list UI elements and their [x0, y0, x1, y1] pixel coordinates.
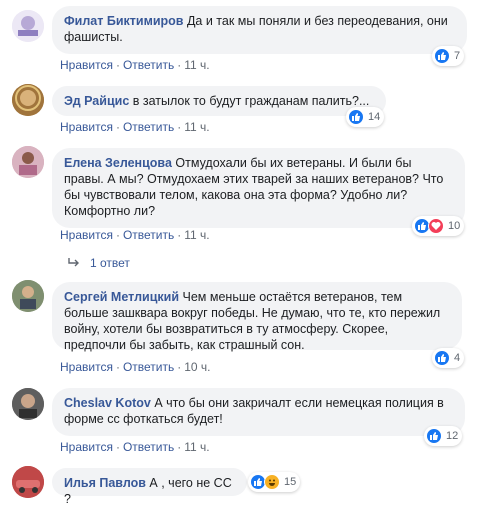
avatar[interactable]	[12, 10, 44, 42]
reply-link[interactable]: Ответить	[123, 440, 174, 454]
comment-time[interactable]: 11 ч.	[184, 228, 209, 242]
reaction-summary[interactable]: 7	[432, 46, 465, 66]
separator: ·	[177, 120, 182, 134]
separator: ·	[115, 58, 120, 72]
comment-actions: Нравится · Ответить · 11 ч.	[60, 58, 210, 72]
like-reaction-icon	[434, 48, 450, 64]
separator: ·	[177, 228, 182, 242]
avatar[interactable]	[12, 146, 44, 178]
reaction-count: 12	[446, 430, 459, 442]
reply-link[interactable]: Ответить	[123, 360, 174, 374]
avatar-image	[12, 10, 44, 42]
avatar-image	[12, 84, 44, 116]
separator: ·	[177, 440, 182, 454]
avatar[interactable]	[12, 280, 44, 312]
comment-text: в затылок то будут гражданам палить?...	[132, 94, 370, 108]
comment-author[interactable]: Сергей Метлицкий	[64, 290, 179, 304]
reaction-count: 4	[454, 352, 461, 364]
comment-time[interactable]: 11 ч.	[184, 440, 209, 454]
comment-bubble: Елена Зеленцова Отмудохали бы их ветеран…	[52, 148, 465, 228]
like-link[interactable]: Нравится	[60, 360, 113, 374]
reaction-summary[interactable]: 4	[432, 348, 465, 368]
reaction-summary[interactable]: 12	[424, 426, 463, 446]
reaction-count: 10	[448, 220, 461, 232]
comment-actions: Нравится · Ответить · 11 ч.	[60, 440, 210, 454]
reply-arrow-icon	[68, 256, 80, 270]
reaction-summary[interactable]: 15	[248, 472, 301, 492]
comment-bubble: Cheslav Kotov А что бы они закричалт есл…	[52, 388, 465, 436]
avatar-image	[12, 280, 44, 312]
love-reaction-icon	[428, 218, 444, 234]
haha-reaction-icon	[264, 474, 280, 490]
comment-time[interactable]: 11 ч.	[184, 58, 209, 72]
separator: ·	[115, 440, 120, 454]
like-link[interactable]: Нравится	[60, 58, 113, 72]
separator: ·	[115, 120, 120, 134]
reply-link[interactable]: Ответить	[123, 228, 174, 242]
avatar-image	[12, 146, 44, 178]
replies-count[interactable]: 1 ответ	[90, 256, 130, 270]
avatar-image	[12, 466, 44, 498]
avatar[interactable]	[12, 388, 44, 420]
comment-time[interactable]: 11 ч.	[184, 120, 209, 134]
comment-author[interactable]: Эд Райцис	[64, 94, 129, 108]
comment-author[interactable]: Cheslav Kotov	[64, 396, 151, 410]
comment-bubble: Илья Павлов А , чего не СС ?	[52, 468, 247, 506]
like-reaction-icon	[426, 428, 442, 444]
separator: ·	[177, 360, 182, 374]
comment-author[interactable]: Филат Биктимиров	[64, 14, 183, 28]
reply-link[interactable]: Ответить	[123, 58, 174, 72]
avatar-image	[12, 388, 44, 420]
comment-author[interactable]: Илья Павлов	[64, 476, 146, 490]
like-link[interactable]: Нравится	[60, 440, 113, 454]
comment-bubble: Филат Биктимиров Да и так мы поняли и бе…	[52, 6, 467, 54]
like-reaction-icon	[348, 109, 364, 125]
reaction-count: 15	[284, 476, 297, 488]
reaction-summary[interactable]: 14	[346, 107, 385, 127]
comment-bubble: Сергей Метлицкий Чем меньше остаётся вет…	[52, 282, 462, 352]
reaction-summary[interactable]: 10	[412, 216, 465, 236]
comment-author[interactable]: Елена Зеленцова	[64, 156, 172, 170]
comment-time[interactable]: 10 ч.	[184, 360, 210, 374]
like-reaction-icon	[434, 350, 450, 366]
reply-link[interactable]: Ответить	[123, 120, 174, 134]
separator: ·	[115, 228, 120, 242]
avatar[interactable]	[12, 466, 44, 498]
view-replies-link[interactable]: 1 ответ	[68, 256, 130, 270]
comment-actions: Нравится · Ответить · 11 ч.	[60, 120, 210, 134]
comment-actions: Нравится · Ответить · 10 ч.	[60, 360, 211, 374]
separator: ·	[115, 360, 120, 374]
like-link[interactable]: Нравится	[60, 228, 113, 242]
separator: ·	[177, 58, 182, 72]
comment-actions: Нравится · Ответить · 11 ч.	[60, 228, 210, 242]
reaction-count: 7	[454, 50, 461, 62]
like-link[interactable]: Нравится	[60, 120, 113, 134]
reaction-count: 14	[368, 111, 381, 123]
avatar[interactable]	[12, 84, 44, 116]
comment-bubble: Эд Райцис в затылок то будут гражданам п…	[52, 86, 386, 116]
